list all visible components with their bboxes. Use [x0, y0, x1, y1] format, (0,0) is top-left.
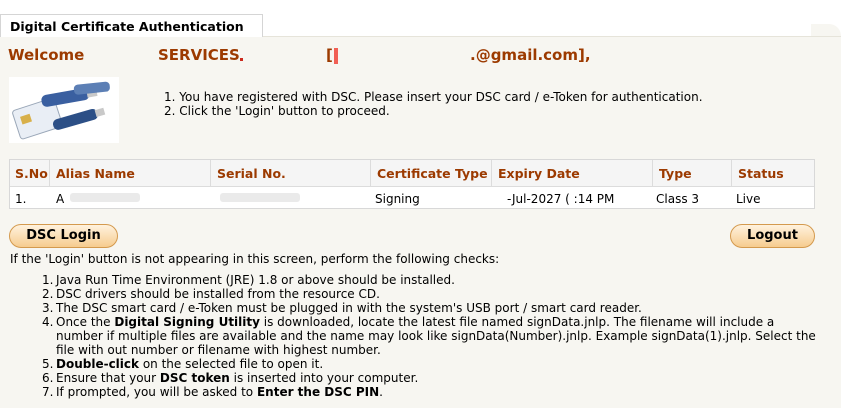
header-certificate-type: Certificate Type	[377, 166, 488, 181]
checklist-text: is inserted into your computer.	[229, 371, 419, 385]
checklist-item: 7. If prompted, you will be asked to Ente…	[42, 385, 822, 399]
checklist-emphasis: Enter the DSC PIN	[256, 385, 380, 399]
troubleshooting-checklist: 1. Java Run Time Environment (JRE) 1.8 or…	[42, 273, 822, 399]
cell-expiry-date: -Jul-2027 ( :14 PM	[507, 192, 615, 206]
header-serial-no: Serial No.	[217, 166, 286, 181]
checklist-number: 5.	[42, 357, 54, 371]
cell-type: Class 3	[656, 192, 700, 206]
checklist-item: 5. Double-click on the selected file to o…	[42, 357, 822, 371]
column-divider	[491, 160, 492, 186]
header-expiry-date: Expiry Date	[498, 166, 580, 181]
checklist-number: 4.	[42, 315, 54, 329]
checklist-text: The DSC smart card / e-Token must be plu…	[56, 301, 642, 315]
checklist-number: 6.	[42, 371, 54, 385]
column-divider	[210, 160, 211, 186]
cell-status: Live	[736, 192, 761, 206]
checklist-item: 3. The DSC smart card / e-Token must be p…	[42, 301, 822, 315]
checklist-emphasis: DSC token	[159, 371, 230, 385]
checklist-text: Ensure that your	[56, 371, 160, 385]
checklist-number: 3.	[42, 301, 54, 315]
cell-certificate-type: Signing	[375, 192, 420, 206]
cell-alias: A	[56, 192, 65, 206]
dsc-login-button[interactable]: DSC Login	[9, 224, 118, 248]
welcome-email: .@gmail.com],	[470, 46, 591, 64]
tab-digital-certificate-authentication[interactable]: Digital Certificate Authentication	[0, 14, 263, 37]
checklist-text: DSC drivers should be installed from the…	[56, 287, 380, 301]
checklist-text: Once the	[56, 315, 115, 329]
column-divider	[49, 160, 50, 186]
checklist-text: If prompted, you will be asked to	[56, 385, 257, 399]
column-divider	[370, 160, 371, 186]
checklist-item: 1. Java Run Time Environment (JRE) 1.8 or…	[42, 273, 822, 287]
intro-line-1: 1. You have registered with DSC. Please …	[164, 90, 703, 104]
checklist-item: 2. DSC drivers should be installed from t…	[42, 287, 822, 301]
column-divider	[652, 160, 653, 186]
header-alias-name: Alias Name	[56, 166, 135, 181]
welcome-services: SERVICES	[158, 46, 240, 64]
redaction-mark	[240, 58, 243, 61]
welcome-bracket: [	[326, 46, 333, 64]
column-divider	[731, 160, 732, 186]
header-type: Type	[659, 166, 692, 181]
checklist-number: 2.	[42, 287, 54, 301]
table-header: S.No Alias Name Serial No. Certificate T…	[10, 160, 814, 187]
checklist-number: 7.	[42, 385, 54, 399]
intro-instructions: 1. You have registered with DSC. Please …	[164, 90, 703, 118]
intro-line-2: 2. Click the 'Login' button to proceed.	[164, 104, 390, 118]
checklist-text: on the selected file to open it.	[139, 357, 324, 371]
checklist-emphasis: Digital Signing Utility	[114, 315, 260, 329]
tab-title: Digital Certificate Authentication	[10, 19, 244, 34]
checklist-number: 1.	[42, 273, 54, 287]
header-sno: S.No	[15, 166, 48, 181]
logout-button[interactable]: Logout	[730, 224, 815, 248]
certificate-table: S.No Alias Name Serial No. Certificate T…	[9, 159, 815, 209]
redacted-serial	[220, 193, 300, 202]
checklist-emphasis: Double-click	[56, 357, 140, 371]
checklist-text: .	[379, 385, 383, 399]
welcome-prefix: Welcome	[8, 46, 85, 64]
redacted-alias	[70, 193, 140, 202]
checklist-item: 6. Ensure that your DSC token is inserted…	[42, 371, 822, 385]
cell-sno: 1.	[15, 192, 27, 206]
login-help-note: If the 'Login' button is not appearing i…	[10, 252, 500, 266]
checklist-text: Java Run Time Environment (JRE) 1.8 or a…	[56, 273, 455, 287]
checklist-item: 4. Once the Digital Signing Utility is do…	[42, 315, 822, 357]
dsc-token-image	[9, 77, 119, 143]
header-status: Status	[738, 166, 784, 181]
redaction-mark	[334, 48, 338, 64]
